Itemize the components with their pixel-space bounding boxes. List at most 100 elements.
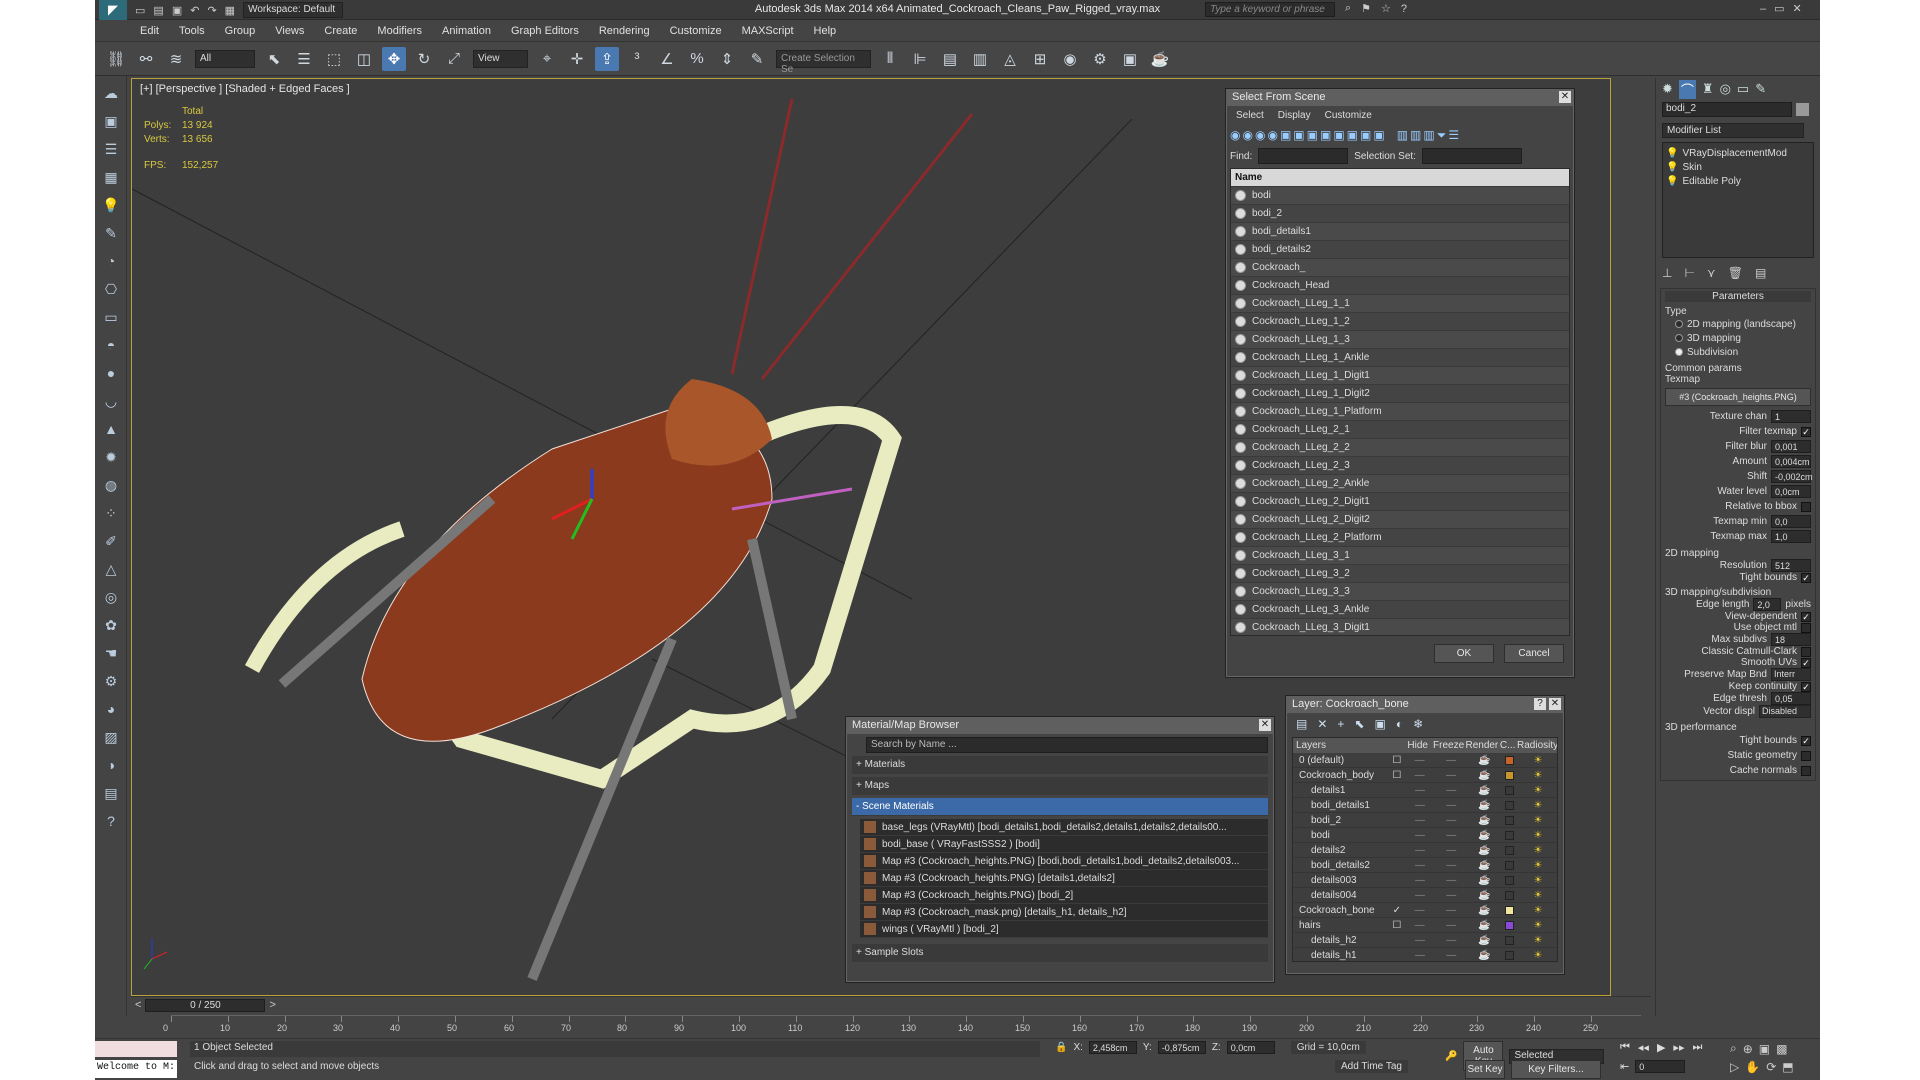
- display-tab-icon[interactable]: ▭: [1737, 81, 1749, 97]
- sort-icon[interactable]: ☰: [1448, 128, 1459, 142]
- list-header-name[interactable]: Name: [1231, 169, 1569, 187]
- group-materials[interactable]: + Materials: [852, 756, 1268, 774]
- freeze-toggle[interactable]: —: [1434, 935, 1468, 946]
- orbit-icon[interactable]: ⟳: [1766, 1060, 1776, 1074]
- layer-color-swatch[interactable]: [1505, 875, 1515, 885]
- scene-object-row[interactable]: Cockroach_LLeg_1_1: [1231, 295, 1569, 313]
- radiosity-icon[interactable]: ☀: [1519, 890, 1557, 901]
- display-frozen-icon[interactable]: ▣: [1360, 128, 1371, 142]
- scene-object-row[interactable]: Cockroach_LLeg_2_Platform: [1231, 529, 1569, 547]
- hide-toggle[interactable]: —: [1406, 860, 1434, 871]
- layer-manager-icon[interactable]: ▤: [938, 47, 962, 71]
- cloud-icon[interactable]: ☁: [100, 82, 122, 104]
- question-icon[interactable]: ?: [100, 810, 122, 832]
- param-spinner[interactable]: 0,0cm: [1771, 485, 1811, 498]
- material-editor-icon[interactable]: ◉: [1058, 47, 1082, 71]
- layer-color-swatch[interactable]: [1505, 800, 1515, 810]
- layer-color-swatch[interactable]: [1505, 830, 1515, 840]
- selection-set-select[interactable]: [1421, 148, 1522, 164]
- configure-sets-icon[interactable]: ▤: [1755, 266, 1766, 280]
- freeze-all-icon[interactable]: ❄: [1413, 717, 1423, 731]
- create-tab-icon[interactable]: ✹: [1662, 81, 1673, 97]
- menu-graph-editors[interactable]: Graph Editors: [511, 25, 579, 37]
- col-freeze[interactable]: Freeze: [1432, 740, 1466, 751]
- layer-row[interactable]: details2— — ☕ ☀: [1293, 843, 1557, 858]
- freeze-toggle[interactable]: —: [1434, 815, 1468, 826]
- tab-display[interactable]: Display: [1278, 110, 1311, 121]
- hide-toggle[interactable]: —: [1406, 830, 1434, 841]
- radiosity-icon[interactable]: ☀: [1519, 845, 1557, 856]
- set-key-button[interactable]: Set Key: [1465, 1060, 1505, 1079]
- col-radiosity[interactable]: Radiosity: [1517, 740, 1557, 751]
- render-teapot-icon[interactable]: ☕: [1468, 920, 1500, 931]
- sphere-icon[interactable]: ●: [100, 362, 122, 384]
- hide-toggle[interactable]: —: [1406, 845, 1434, 856]
- resolution-spinner[interactable]: 512: [1771, 559, 1811, 572]
- scene-object-row[interactable]: Cockroach_LLeg_3_Ankle: [1231, 601, 1569, 619]
- zoom-icon[interactable]: ⌕: [1730, 1041, 1737, 1056]
- select-none-icon[interactable]: ▥: [1410, 128, 1421, 142]
- hide-toggle[interactable]: —: [1406, 935, 1434, 946]
- layer-color-swatch[interactable]: [1505, 845, 1515, 855]
- ref-coord-select[interactable]: View: [473, 49, 528, 68]
- display-containers-icon[interactable]: ▣: [1347, 128, 1358, 142]
- show-end-result-icon[interactable]: ⊢: [1684, 266, 1694, 280]
- material-item[interactable]: Map #3 (Cockroach_heights.PNG) [bodi,bod…: [860, 853, 1268, 870]
- freeze-toggle[interactable]: —: [1434, 860, 1468, 871]
- menu-create[interactable]: Create: [324, 25, 357, 37]
- radiosity-icon[interactable]: ☀: [1519, 785, 1557, 796]
- list-icon[interactable]: ☰: [100, 138, 122, 160]
- timeline-prev-icon[interactable]: <: [135, 999, 141, 1011]
- hide-toggle[interactable]: —: [1405, 770, 1434, 781]
- lock-selection-icon[interactable]: 🔒: [1055, 1042, 1067, 1053]
- layer-row[interactable]: bodi_2— — ☕ ☀: [1293, 813, 1557, 828]
- brush-icon[interactable]: ✎: [100, 222, 122, 244]
- scene-object-row[interactable]: bodi_details2: [1231, 241, 1569, 259]
- vector-displ-select[interactable]: Disabled: [1759, 705, 1811, 718]
- zoom-all-icon[interactable]: ⊕: [1743, 1042, 1753, 1056]
- render-teapot-icon[interactable]: ☕: [1468, 905, 1500, 916]
- layer-color-swatch[interactable]: [1505, 950, 1515, 960]
- menu-animation[interactable]: Animation: [442, 25, 491, 37]
- parameters-header[interactable]: Parameters: [1665, 291, 1811, 302]
- rendered-frame-icon[interactable]: ▣: [1118, 47, 1142, 71]
- modifier-stack-item[interactable]: 💡 Skin: [1666, 160, 1810, 174]
- layer-color-swatch[interactable]: [1505, 890, 1515, 900]
- hide-toggle[interactable]: —: [1406, 875, 1434, 886]
- param-spinner[interactable]: 0,004cm: [1771, 455, 1811, 468]
- angle-snap-icon[interactable]: ∠: [655, 47, 679, 71]
- close-icon[interactable]: ✕: [1259, 719, 1271, 731]
- modifier-stack-item[interactable]: 💡 Editable Poly: [1666, 174, 1810, 188]
- add-time-tag[interactable]: Add Time Tag: [1335, 1060, 1408, 1073]
- param-checkbox[interactable]: ✓: [1801, 426, 1811, 437]
- freeze-toggle[interactable]: —: [1434, 920, 1468, 931]
- param-spinner[interactable]: 1,0: [1771, 530, 1811, 543]
- percent-snap-icon[interactable]: %: [685, 47, 709, 71]
- freeze-toggle[interactable]: —: [1434, 890, 1468, 901]
- scene-object-row[interactable]: Cockroach_: [1231, 259, 1569, 277]
- scene-object-row[interactable]: Cockroach_Head: [1231, 277, 1569, 295]
- param-spinner[interactable]: 0,0: [1771, 515, 1811, 528]
- render-teapot-icon[interactable]: ☕: [1468, 770, 1500, 781]
- lightbulb-icon[interactable]: 💡: [100, 194, 122, 216]
- pin-stack-icon[interactable]: ⊥: [1662, 266, 1672, 280]
- radiosity-icon[interactable]: ☀: [1519, 920, 1557, 931]
- cone-icon[interactable]: ▲: [100, 418, 122, 440]
- scene-object-row[interactable]: Cockroach_LLeg_3_3: [1231, 583, 1569, 601]
- make-unique-icon[interactable]: ⋎: [1707, 266, 1716, 280]
- select-by-name-icon[interactable]: ☰: [292, 47, 316, 71]
- material-item[interactable]: wings ( VRayMtl ) [bodi_2]: [860, 921, 1268, 938]
- disc-icon[interactable]: ◍: [100, 474, 122, 496]
- select-rotate-icon[interactable]: ↻: [412, 47, 436, 71]
- search-icon[interactable]: ⌕: [1345, 2, 1351, 15]
- hierarchy-tab-icon[interactable]: ♜: [1702, 81, 1714, 97]
- hide-toggle[interactable]: —: [1405, 755, 1434, 766]
- field-of-view-icon[interactable]: ▷: [1730, 1060, 1739, 1074]
- layer-row[interactable]: bodi — — ☕ ☀: [1293, 828, 1557, 843]
- param-spinner[interactable]: -0,002cm: [1771, 470, 1813, 483]
- named-selection-select[interactable]: Create Selection Se: [776, 49, 871, 75]
- tab-select[interactable]: Select: [1236, 110, 1264, 121]
- select-manipulate-icon[interactable]: ✛: [565, 47, 589, 71]
- select-invert-icon[interactable]: ▥: [1423, 128, 1434, 142]
- hide-toggle[interactable]: —: [1406, 815, 1434, 826]
